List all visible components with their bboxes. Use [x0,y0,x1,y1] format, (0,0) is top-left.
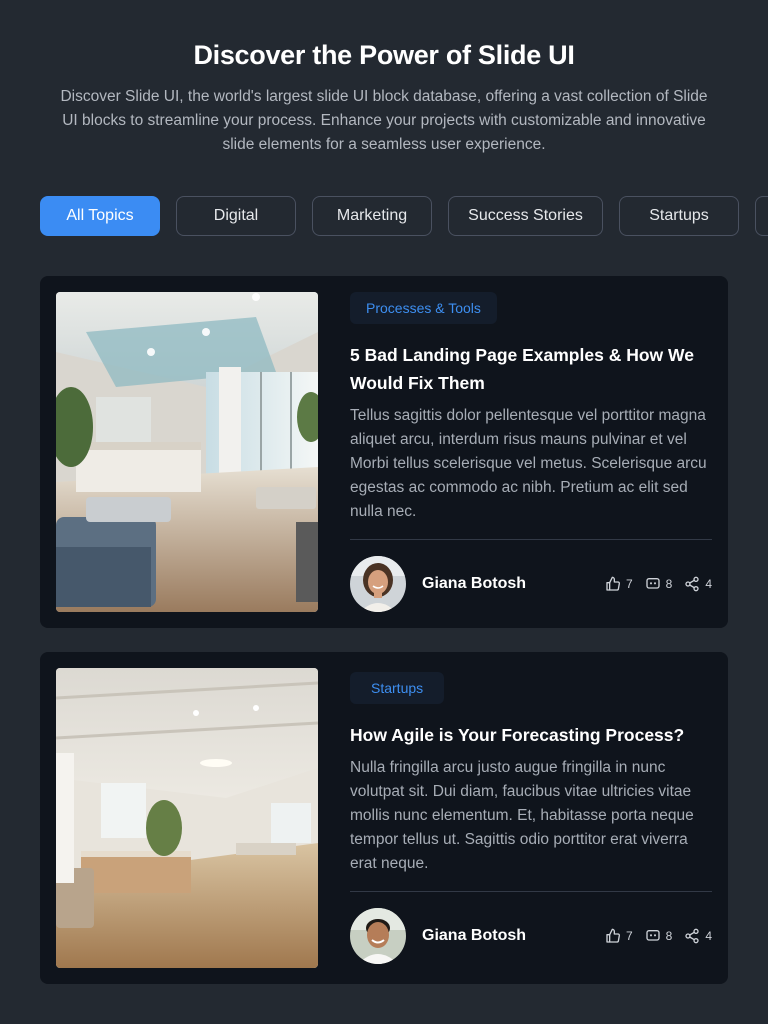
article-title[interactable]: 5 Bad Landing Page Examples & How We Wou… [350,341,714,397]
thumbs-up-icon [606,576,620,591]
comment-stat[interactable]: 8 [645,928,673,944]
author-name[interactable]: Giana Botosh [422,908,526,964]
topic-filter-bar: All Topics Digital Marketing Success Sto… [40,196,768,236]
article-title[interactable]: How Agile is Your Forecasting Process? [350,721,714,749]
thumbs-up-icon [606,928,620,943]
filter-chip-startups[interactable]: Startups [619,196,739,236]
page-title: Discover the Power of Slide UI [193,40,575,70]
article-card[interactable]: Processes & Tools 5 Bad Landing Page Exa… [40,276,728,628]
office-interior-photo[interactable] [56,668,318,968]
page-description: Discover Slide UI, the world's largest s… [60,88,708,153]
category-tag[interactable]: Startups [350,672,445,704]
office-interior-photo[interactable] [56,292,318,612]
avatar[interactable] [350,556,406,612]
engagement-stats: 7 8 4 [605,556,712,612]
filter-chip-marketing[interactable]: Marketing [312,196,432,236]
divider [350,891,712,892]
filter-chip-digital[interactable]: Digital [176,196,296,236]
engagement-stats: 7 8 4 [605,908,712,964]
share-stat[interactable]: 4 [684,576,712,592]
avatar[interactable] [350,908,406,964]
article-excerpt: Nulla fringilla arcu justo augue fringil… [350,759,694,872]
share-count: 4 [705,929,712,943]
like-count: 7 [625,929,633,943]
filter-chip-overflow[interactable] [755,196,768,236]
filter-chip-all-topics[interactable]: All Topics [40,196,160,236]
article-excerpt: Tellus sagittis dolor pellentesque vel p… [350,407,707,520]
divider [350,539,712,540]
comment-icon [645,578,660,589]
article-card[interactable]: Startups How Agile is Your Forecasting P… [40,652,728,984]
like-count: 7 [625,577,633,591]
share-icon [685,576,699,592]
like-stat[interactable]: 7 [605,576,633,592]
comment-count: 8 [665,929,673,943]
comment-count: 8 [665,577,673,591]
filter-chip-success-stories[interactable]: Success Stories [448,196,603,236]
share-icon [685,928,699,944]
share-stat[interactable]: 4 [684,928,712,944]
author-row: Giana Botosh 7 8 4 [350,908,712,964]
author-name[interactable]: Giana Botosh [422,556,526,612]
like-stat[interactable]: 7 [605,928,633,944]
category-tag[interactable]: Processes & Tools [350,292,497,324]
page: Discover the Power of Slide UI Discover … [0,0,768,1024]
comment-icon [645,930,660,941]
comment-stat[interactable]: 8 [645,576,673,592]
author-row: Giana Botosh 7 8 4 [350,556,712,612]
share-count: 4 [705,577,712,591]
